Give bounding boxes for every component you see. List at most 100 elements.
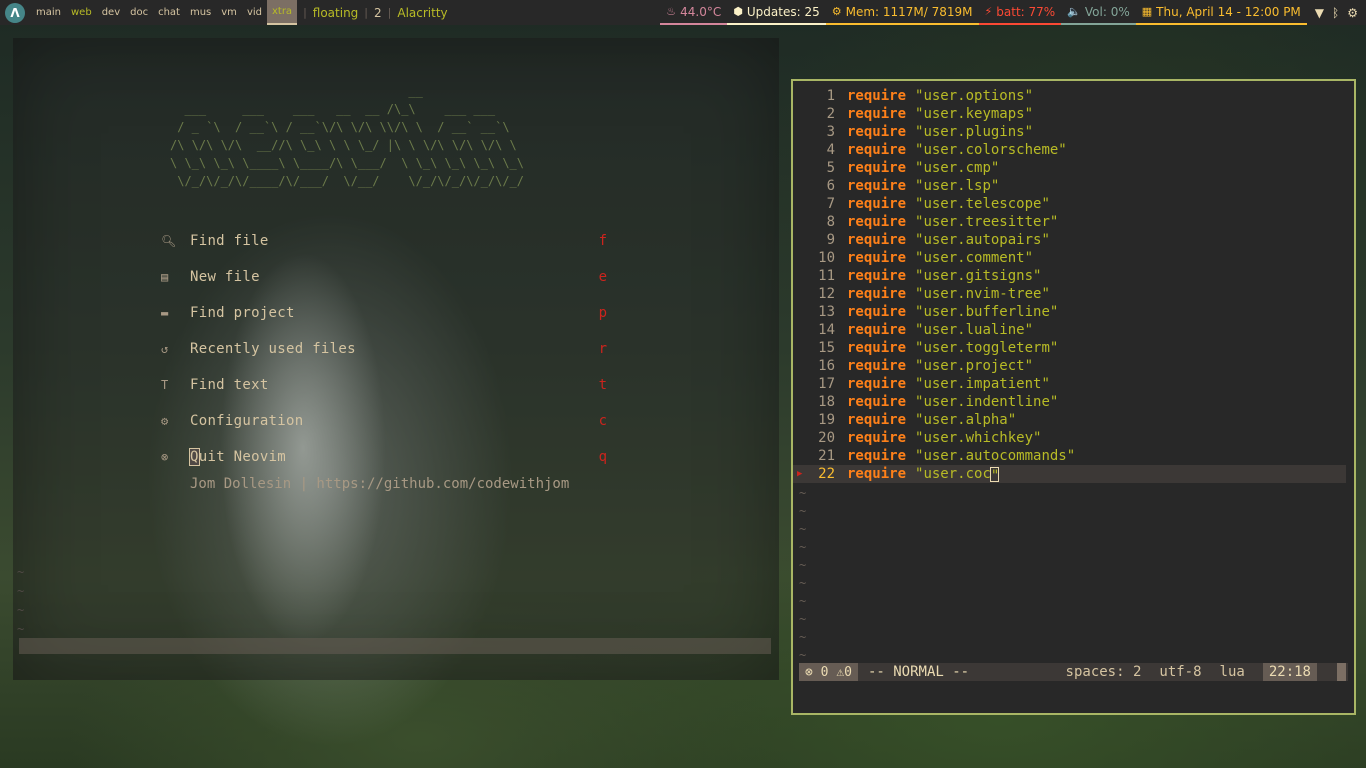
line-number: 13 (818, 304, 835, 320)
menu-shortcut-key: q (598, 449, 607, 465)
workspace-dev[interactable]: dev (97, 0, 125, 25)
menu-item-q[interactable]: ⊗ Quit Neovim q (161, 439, 621, 475)
workspace-vid[interactable]: vid (242, 0, 267, 25)
banner-line: __ (170, 84, 423, 98)
module-string: "user.comment" (915, 250, 1034, 266)
menu-item-r[interactable]: ↺ Recently used files r (161, 331, 621, 367)
editor-window[interactable]: 1 require "user.options" 2 require "user.keym… (791, 79, 1356, 715)
keyword-require: require (847, 430, 907, 446)
empty-line-markers: ~ ~ ~ ~ (17, 565, 25, 636)
updates-widget[interactable]: ⬢ Updates: 25 (727, 0, 826, 25)
module-string: "user.indentline" (915, 394, 1059, 410)
line-number: 7 (826, 196, 835, 212)
menu-item-f[interactable]: 🔍︎ Find file f (161, 223, 621, 259)
settings-icon[interactable]: ⚙ (1347, 6, 1358, 20)
volume-widget[interactable]: 🔈 Vol: 0% (1061, 0, 1136, 25)
workspace-switcher: main web dev doc chat mus vm vid xtra (31, 0, 298, 25)
code-line[interactable]: 21 require "user.autocommands" (793, 447, 1354, 465)
module-string: "user.toggleterm" (915, 340, 1059, 356)
line-number: 12 (818, 286, 835, 302)
module-string: "user.keymaps" (915, 106, 1034, 122)
module-string: "user.autopairs" (915, 232, 1050, 248)
line-number: 21 (818, 448, 835, 464)
code-line[interactable]: 4 require "user.colorscheme" (793, 141, 1354, 159)
code-line[interactable]: 12 require "user.nvim-tree" (793, 285, 1354, 303)
module-string: "user.coc (915, 466, 991, 482)
menu-item-label: Find text (190, 377, 269, 393)
wifi-icon[interactable]: ▼ (1315, 6, 1324, 20)
clock-widget[interactable]: ▦ Thu, April 14 - 12:00 PM (1135, 0, 1307, 25)
keyword-require: require (847, 376, 907, 392)
layout-indicator[interactable]: floating (313, 6, 359, 20)
battery-widget: ⚡ batt: 77% (978, 0, 1062, 25)
module-string: "user.nvim-tree" (915, 286, 1050, 302)
code-line[interactable]: 3 require "user.plugins" (793, 123, 1354, 141)
system-tray: ▼ ᛒ ⚙ (1307, 6, 1366, 20)
speaker-icon: 🔈 (1067, 5, 1081, 18)
code-line[interactable]: 20 require "user.whichkey" (793, 429, 1354, 447)
code-line[interactable]: 11 require "user.gitsigns" (793, 267, 1354, 285)
workspace-chat[interactable]: chat (153, 0, 185, 25)
code-line[interactable]: 1 require "user.options" (793, 87, 1354, 105)
volume-value: Vol: 0% (1084, 4, 1130, 19)
line-number: 17 (818, 376, 835, 392)
code-line[interactable]: 7 require "user.telescope" (793, 195, 1354, 213)
code-line[interactable]: 8 require "user.treesitter" (793, 213, 1354, 231)
code-line[interactable]: 5 require "user.cmp" (793, 159, 1354, 177)
workspace-web[interactable]: web (66, 0, 97, 25)
memory-icon: ⚙ (831, 5, 842, 18)
workspace-main[interactable]: main (31, 0, 66, 25)
code-line[interactable]: 10 require "user.comment" (793, 249, 1354, 267)
code-line[interactable]: 9 require "user.autopairs" (793, 231, 1354, 249)
window-count: 2 (374, 5, 382, 20)
code-line[interactable]: 16 require "user.project" (793, 357, 1354, 375)
keyword-require: require (847, 358, 907, 374)
divider: | (364, 6, 369, 19)
line-number: 11 (818, 268, 835, 284)
banner-line: /\ \/\ \/\ __//\ \_\ \ \ \_/ |\ \ \/\ \/… (170, 138, 517, 152)
clock-value: Thu, April 14 - 12:00 PM (1156, 4, 1301, 19)
command-line[interactable] (19, 638, 771, 654)
code-line[interactable]: 13 require "user.bufferline" (793, 303, 1354, 321)
line-number: 19 (818, 412, 835, 428)
history-icon: ↺ (161, 342, 169, 356)
diagnostics-section[interactable]: ⊗ 0 ⚠ 0 (799, 663, 858, 681)
code-line[interactable]: 14 require "user.lualine" (793, 321, 1354, 339)
module-string: "user.whichkey" (915, 430, 1042, 446)
code-buffer[interactable]: 1 require "user.options" 2 require "user.keym… (793, 87, 1354, 484)
keyword-require: require (847, 232, 907, 248)
banner-line: / _ `\ / __`\ / __`\/\ \/\ \\/\ \ / __` … (170, 120, 510, 134)
dashboard-footer: Jom Dollesin | https://github.com/codewi… (190, 476, 570, 492)
menu-item-label: Recently used files (190, 341, 356, 357)
workspace-doc[interactable]: doc (125, 0, 153, 25)
line-number: 5 (826, 160, 835, 176)
dashboard-window[interactable]: __ ___ ___ ___ __ __ /\_\ ___ ___ / _ `\… (13, 38, 779, 688)
arch-logo-icon[interactable]: Λ (5, 2, 25, 23)
keyword-require: require (847, 286, 907, 302)
line-number: 9 (826, 232, 835, 248)
module-string: "user.impatient" (915, 376, 1050, 392)
menu-item-p[interactable]: ▬ Find project p (161, 295, 621, 331)
code-line[interactable]: 15 require "user.toggleterm" (793, 339, 1354, 357)
cpu-temp-value: 44.0°C (680, 4, 722, 19)
workspace-vm[interactable]: vm (216, 0, 242, 25)
menu-item-c[interactable]: ⚙ Configuration c (161, 403, 621, 439)
text-cursor: " (989, 466, 1000, 484)
menu-item-e[interactable]: ▤ New file e (161, 259, 621, 295)
workspace-xtra[interactable]: xtra (266, 0, 298, 25)
lightning-icon: ⚡ (984, 5, 993, 18)
code-line[interactable]: 17 require "user.impatient" (793, 375, 1354, 393)
line-number: 14 (818, 322, 835, 338)
quit-icon: ⊗ (161, 450, 169, 464)
workspace-mus[interactable]: mus (185, 0, 216, 25)
code-line[interactable]: 18 require "user.indentline" (793, 393, 1354, 411)
line-number: 18 (818, 394, 835, 410)
code-line[interactable]: 2 require "user.keymaps" (793, 105, 1354, 123)
current-code-line[interactable]: ▶ 22 require "user.coc " (793, 465, 1346, 484)
menu-item-t[interactable]: T Find text t (161, 367, 621, 403)
code-line[interactable]: 19 require "user.alpha" (793, 411, 1354, 429)
menu-shortcut-key: e (598, 269, 607, 285)
code-line[interactable]: 6 require "user.lsp" (793, 177, 1354, 195)
bluetooth-icon[interactable]: ᛒ (1332, 6, 1339, 20)
line-number: 16 (818, 358, 835, 374)
